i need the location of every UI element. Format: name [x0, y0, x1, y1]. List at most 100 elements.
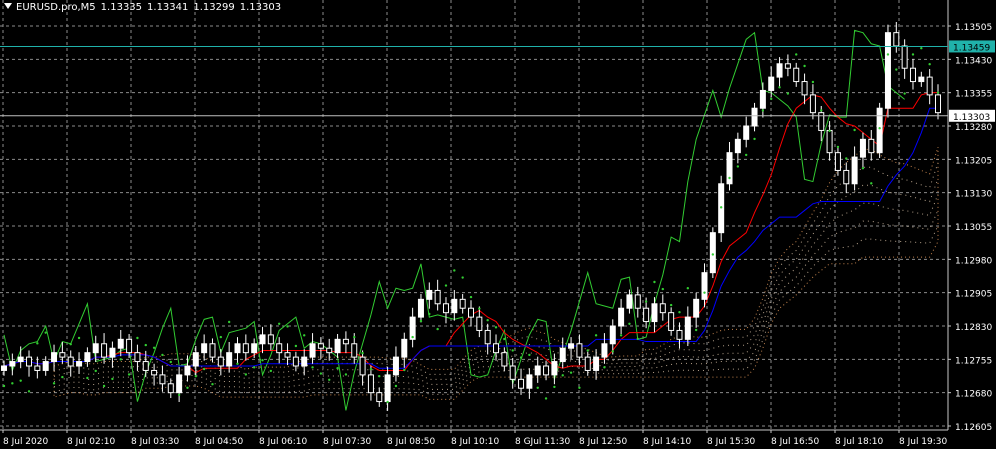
candle-body — [751, 107, 758, 127]
candle-body — [509, 365, 516, 380]
parabolic-sar-dot — [369, 367, 373, 371]
parabolic-sar-dot — [870, 182, 873, 185]
parabolic-sar-dot — [603, 366, 606, 369]
parabolic-sar-dot — [286, 325, 289, 328]
candle-body — [9, 361, 16, 367]
ichimoku-cloud-hatch — [53, 209, 939, 390]
candle-body — [609, 325, 616, 345]
parabolic-sar-dot — [803, 64, 806, 68]
parabolic-sar-dot — [303, 334, 306, 337]
candle-body — [84, 352, 91, 363]
candle-body — [826, 129, 833, 154]
candle-body — [668, 312, 675, 331]
parabolic-sar-dot — [52, 382, 56, 385]
y-tick-label: 1.13280 — [955, 123, 992, 133]
candle-body — [734, 138, 741, 154]
candle-body — [793, 67, 800, 83]
parabolic-sar-dot — [294, 344, 298, 348]
candle-body — [201, 343, 208, 354]
candle-body — [434, 289, 441, 305]
candle-body — [384, 374, 391, 403]
y-tick-label: 1.13355 — [955, 90, 992, 100]
candle-body — [626, 294, 633, 309]
parabolic-sar-dot — [69, 343, 72, 346]
candle-body — [851, 156, 858, 185]
candle-body — [584, 356, 591, 371]
candle-body — [17, 356, 24, 363]
tenkan-sen-line — [3, 92, 938, 374]
candle-body — [743, 125, 750, 140]
parabolic-sar-dot — [653, 280, 656, 284]
parabolic-sar-dot — [611, 350, 614, 353]
x-tick-label: 8 Jul 12:50 — [579, 437, 628, 447]
y-tick-label: 1.12980 — [955, 256, 992, 266]
y-tick-label: 1.13430 — [955, 56, 992, 66]
candle-body — [359, 356, 366, 376]
parabolic-sar-dot — [311, 366, 314, 369]
parabolic-sar-dot — [336, 367, 339, 370]
candle-body — [768, 76, 775, 91]
candle-body — [784, 63, 791, 69]
candle-body — [809, 94, 816, 114]
parabolic-sar-dot — [711, 253, 715, 256]
parabolic-sar-dot — [152, 346, 156, 349]
parabolic-sar-dot — [411, 335, 414, 339]
parabolic-sar-dot — [561, 374, 564, 377]
parabolic-sar-dot — [644, 300, 648, 303]
candle-body — [284, 352, 291, 358]
x-tick-label: 8 Jul 03:30 — [131, 437, 180, 447]
parabolic-sar-dot — [111, 377, 114, 381]
candle-body — [242, 343, 249, 354]
candle-body — [576, 343, 583, 358]
candle-body — [935, 94, 941, 114]
candle-body — [92, 343, 99, 354]
candle-body — [776, 63, 783, 78]
parabolic-sar-dot — [811, 80, 815, 84]
parabolic-sar-dot — [903, 92, 906, 95]
candle-body — [801, 81, 808, 96]
candle-body — [643, 307, 650, 323]
y-tick-label: 1.12680 — [955, 390, 992, 400]
parabolic-sar-dot — [202, 367, 206, 371]
candle-body — [459, 298, 466, 309]
candle-body — [142, 361, 149, 371]
parabolic-sar-dot — [61, 375, 64, 379]
parabolic-sar-dot — [828, 129, 831, 133]
parabolic-sar-dot — [394, 384, 398, 388]
candle-body — [568, 343, 575, 349]
parabolic-sar-dot — [628, 322, 631, 325]
x-tick-label: 8 Jul 14:10 — [643, 437, 692, 447]
parabolic-sar-dot — [127, 373, 131, 376]
parabolic-sar-dot — [636, 337, 639, 341]
candle-body — [334, 338, 341, 354]
y-tick-label: 1.12905 — [955, 290, 992, 300]
candle-body — [117, 338, 124, 349]
candle-body — [292, 356, 299, 367]
parabolic-sar-dot — [252, 366, 256, 369]
x-tick-label: 8 Jul 08:50 — [387, 437, 436, 447]
candle-body — [676, 329, 683, 340]
candle-body — [67, 356, 74, 367]
parabolic-sar-dot — [261, 359, 264, 362]
parabolic-sar-dot — [911, 53, 915, 56]
price-chart[interactable]: 1.13459 1.13303 1.13505 1.13430 1.13355 1.132… — [0, 0, 996, 449]
candle-body — [634, 294, 641, 309]
parabolic-sar-dot — [77, 336, 81, 340]
candle-body — [918, 76, 925, 83]
parabolic-sar-dot — [936, 91, 940, 94]
candle-body — [451, 298, 458, 314]
parabolic-sar-dot — [786, 92, 790, 95]
candle-body — [518, 378, 525, 389]
parabolic-sar-dot — [519, 356, 523, 359]
parabolic-sar-dot — [44, 331, 47, 334]
parabolic-sar-dot — [344, 373, 348, 376]
candle-body — [342, 338, 349, 345]
parabolic-sar-dot — [728, 176, 731, 180]
parabolic-sar-dot — [361, 351, 364, 355]
parabolic-sar-dot — [319, 372, 323, 375]
candle-body — [551, 361, 558, 376]
x-tick-label: 8 Jul 07:30 — [323, 437, 372, 447]
candle-body — [868, 138, 875, 154]
candle-body — [618, 307, 625, 327]
x-tick-label: 8 Jul 02:10 — [67, 437, 116, 447]
